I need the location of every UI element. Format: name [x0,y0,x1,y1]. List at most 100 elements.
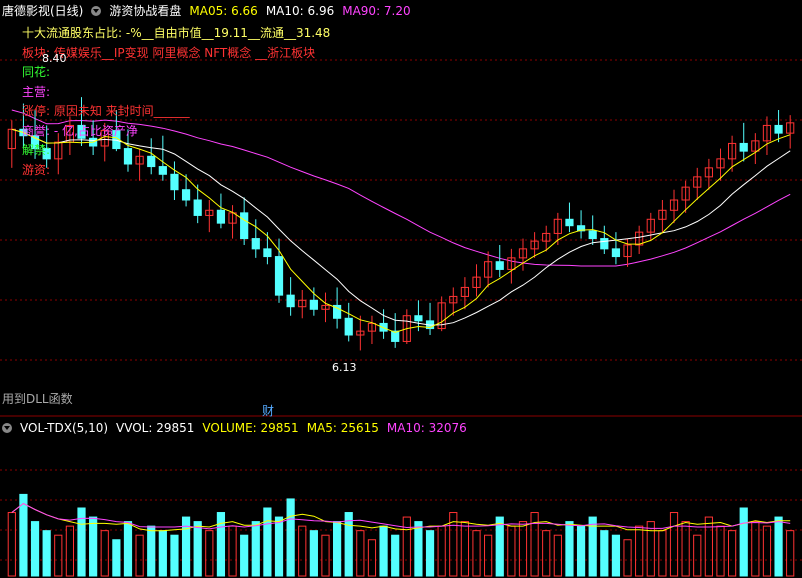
volume-bar [19,493,28,577]
volume-bar [716,525,725,577]
volume-bars [7,493,795,577]
volume-bar [135,534,144,577]
volume-bar [495,516,504,577]
volume-bar [240,534,249,577]
volume-bar [553,534,562,577]
volume-bar [7,512,16,577]
volume-bar [356,530,365,577]
info-line: 游资: [22,162,51,177]
volume-bar [472,530,481,577]
candle-body [600,238,609,250]
candle-body [588,230,597,240]
candle-body [611,248,621,258]
vol-indicator-name[interactable]: VOL-TDX(5,10) [20,421,108,435]
info-line: 主营: [22,84,51,99]
volume-bar [762,525,772,577]
volume-bar [158,530,167,577]
volume-bar [704,516,713,577]
volume-bar [344,512,353,577]
candle-body [123,148,133,165]
candle-body [774,124,783,134]
volume-bar [635,525,644,577]
candle-body [414,315,423,322]
volume-bar [576,525,586,577]
volume-bar [367,539,377,577]
candle-body [739,142,748,152]
volume-bar [89,516,98,577]
finance-marker[interactable]: 财 [262,404,274,418]
volume-bar [542,530,551,577]
volume-bar [484,534,493,577]
volume-bar [123,521,133,577]
candle-body [344,317,353,336]
vvol-label: VVOL: 29851 [116,421,195,435]
volume-bar [112,539,121,577]
volume-bar [786,530,795,577]
candle-body [181,189,191,201]
volume-header: VOL-TDX(5,10) VVOL: 29851 VOLUME: 29851 … [2,421,475,435]
volume-bar [460,521,469,577]
info-line: 同花: [22,65,51,79]
volume-bar [728,530,737,577]
info-line: 商誉: - 亿,占比资产净 [22,123,138,138]
info-line: 十大流通股东占比: -%__自由市值__19.11__流通__31.48 [22,26,331,40]
dropdown-circle-icon[interactable] [91,6,102,16]
ma90-label: MA90: 7.20 [342,4,411,18]
ma10-label: MA10: 6.96 [265,4,335,18]
info-line: 涨停: 原因未知 来封时间______ [22,104,190,118]
volume-bar [507,525,516,577]
candle-body [263,248,272,258]
candle-body [147,155,156,168]
stock-title: 唐德影视(日线) [2,4,84,18]
info-line: 解禁: [22,143,51,157]
volume-bar [309,530,318,577]
candle-body [193,199,202,216]
candle-body [565,218,574,227]
dll-note: 用到DLL函数 [2,392,73,406]
volume-bar [623,539,632,577]
volume-bar [437,525,446,577]
candle-body [274,256,284,296]
vol-ma10-label: MA10: 32076 [386,421,467,435]
volume-bar [170,534,179,577]
low-marker: 6.13 [332,361,357,374]
dropdown-circle-icon[interactable] [2,423,12,433]
volume-bar [669,512,679,577]
volume-bar [30,521,40,577]
volume-label: VOLUME: 29851 [202,421,299,435]
indicator-name[interactable]: 游资协战看盘 [109,4,181,18]
volume-bar [286,498,295,577]
candle-body [240,212,249,240]
volume-bar [100,530,109,577]
volume-bar [693,534,702,577]
high-marker: 8.40 [42,52,67,65]
volume-bar [565,521,574,577]
volume-bar [600,530,609,577]
volume-bar [774,516,783,577]
volume-bar [379,525,388,577]
volume-bar [402,516,411,577]
candle-body [216,209,226,224]
volume-bar [611,534,621,577]
ma05-label: MA05: 6.66 [189,4,258,18]
price-header: 唐德影视(日线) 游资协战看盘 MA05: 6.66 MA10: 6.96 MA… [2,4,419,18]
volume-bar [251,521,260,577]
volume-bar [414,521,423,577]
volume-bar [298,525,307,577]
volume-bar [205,530,214,577]
volume-bar [42,530,51,577]
candle-body [286,294,295,308]
volume-bar [425,530,435,577]
stock-chart [0,59,802,577]
candle-body [251,238,260,250]
volume-bar [333,521,342,577]
candle-body [495,261,504,270]
volume-bar [216,512,226,577]
volume-bar [658,530,667,577]
candle-body [158,166,167,175]
volume-bar [54,534,63,577]
volume-bar [391,534,400,577]
volume-bar [739,507,748,577]
volume-bar [263,507,272,577]
volume-bar [274,516,284,577]
